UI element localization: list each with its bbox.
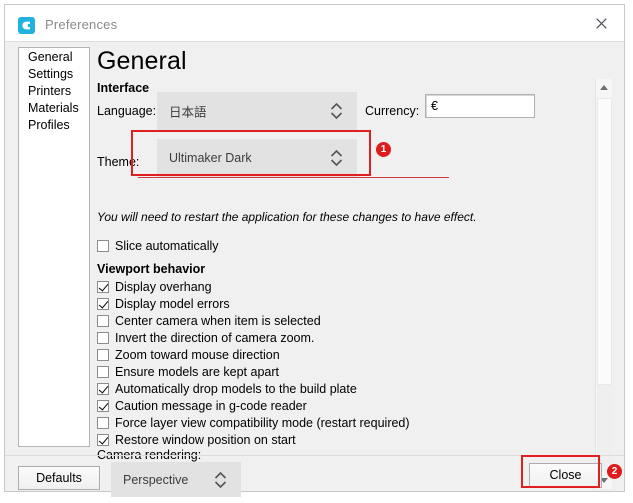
camera-rendering-value: Perspective <box>123 472 189 487</box>
window-title: Preferences <box>45 17 118 32</box>
camera-rendering-dropdown[interactable]: Perspective <box>111 462 241 497</box>
currency-input[interactable]: € <box>425 94 535 118</box>
checkbox-label: Center camera when item is selected <box>115 313 321 328</box>
sidebar-item-profiles[interactable]: Profiles <box>19 117 89 134</box>
checkbox-label: Restore window position on start <box>115 432 296 447</box>
checkbox-box <box>97 433 109 446</box>
preferences-category-list[interactable]: General Settings Printers Materials Prof… <box>18 47 90 447</box>
content-scrollbar[interactable] <box>595 79 612 489</box>
cura-logo-icon <box>18 17 35 34</box>
checkbox-caution-message-gcode[interactable]: Caution message in g-code reader <box>97 398 307 414</box>
checkbox-box <box>97 348 109 361</box>
checkbox-display-overhang[interactable]: Display overhang <box>97 279 212 295</box>
checkbox-box <box>97 314 109 327</box>
defaults-button[interactable]: Defaults <box>18 466 100 490</box>
checkbox-label: Automatically drop models to the build p… <box>115 381 357 396</box>
scrollbar-track[interactable] <box>597 385 612 471</box>
checkbox-center-camera-when-item-selected[interactable]: Center camera when item is selected <box>97 313 321 329</box>
language-dropdown[interactable]: 日本語 <box>157 92 357 130</box>
sidebar-item-printers[interactable]: Printers <box>19 83 89 100</box>
checkbox-box <box>97 416 109 429</box>
sidebar-item-general[interactable]: General <box>19 49 89 66</box>
checkbox-label: Force layer view compatibility mode (res… <box>115 415 410 430</box>
close-button[interactable]: Close <box>529 463 602 488</box>
checkbox-label: Caution message in g-code reader <box>115 398 307 413</box>
title-bar: Preferences <box>5 5 624 42</box>
checkbox-box <box>97 331 109 344</box>
cura-logo-glyph <box>22 21 30 30</box>
theme-value: Ultimaker Dark <box>169 151 252 165</box>
checkbox-label: Zoom toward mouse direction <box>115 347 280 362</box>
sidebar-item-materials[interactable]: Materials <box>19 100 89 117</box>
checkbox-display-model-errors[interactable]: Display model errors <box>97 296 230 312</box>
sidebar-item-settings[interactable]: Settings <box>19 66 89 83</box>
checkbox-box <box>97 365 109 378</box>
checkbox-label: Invert the direction of camera zoom. <box>115 330 315 345</box>
checkbox-ensure-models-kept-apart[interactable]: Ensure models are kept apart <box>97 364 279 380</box>
theme-label: Theme: <box>97 155 140 169</box>
checkbox-auto-drop-models[interactable]: Automatically drop models to the build p… <box>97 381 357 397</box>
scroll-up-arrow-icon[interactable] <box>596 79 612 96</box>
page-title: General <box>97 47 187 75</box>
language-label: Language: <box>97 104 157 118</box>
close-icon[interactable] <box>586 13 616 35</box>
chevron-updown-icon <box>214 471 227 488</box>
restart-note: You will need to restart the application… <box>97 210 477 224</box>
currency-label: Currency: <box>365 104 420 118</box>
checkbox-slice-automatically[interactable]: Slice automatically <box>97 238 219 254</box>
dialog-body: General Settings Printers Materials Prof… <box>5 42 624 497</box>
general-settings-pane: General Interface Language: 日本語 Currency… <box>97 42 612 497</box>
theme-dropdown[interactable]: Ultimaker Dark <box>157 139 357 177</box>
language-value: 日本語 <box>169 105 207 120</box>
checkbox-label: Slice automatically <box>115 238 219 253</box>
chevron-updown-icon <box>330 149 343 167</box>
checkbox-restore-window-position[interactable]: Restore window position on start <box>97 432 296 448</box>
viewport-section-heading: Viewport behavior <box>97 262 206 276</box>
checkbox-force-layer-view-compat[interactable]: Force layer view compatibility mode (res… <box>97 415 410 431</box>
checkbox-label: Display overhang <box>115 279 212 294</box>
checkbox-box <box>97 382 109 395</box>
checkbox-box <box>97 239 109 252</box>
checkbox-zoom-toward-mouse[interactable]: Zoom toward mouse direction <box>97 347 280 363</box>
checkbox-label: Display model errors <box>115 296 230 311</box>
checkbox-invert-camera-zoom[interactable]: Invert the direction of camera zoom. <box>97 330 314 346</box>
currency-value: € <box>431 99 438 113</box>
scrollbar-thumb[interactable] <box>597 98 612 385</box>
checkbox-box <box>97 280 109 293</box>
chevron-updown-icon <box>330 102 343 120</box>
checkbox-label: Ensure models are kept apart <box>115 364 279 379</box>
preferences-window: Preferences General Settings Printers Ma… <box>4 4 625 497</box>
interface-section-heading: Interface <box>97 81 150 95</box>
checkbox-box <box>97 297 109 310</box>
checkbox-box <box>97 399 109 412</box>
footer-divider <box>5 455 624 456</box>
